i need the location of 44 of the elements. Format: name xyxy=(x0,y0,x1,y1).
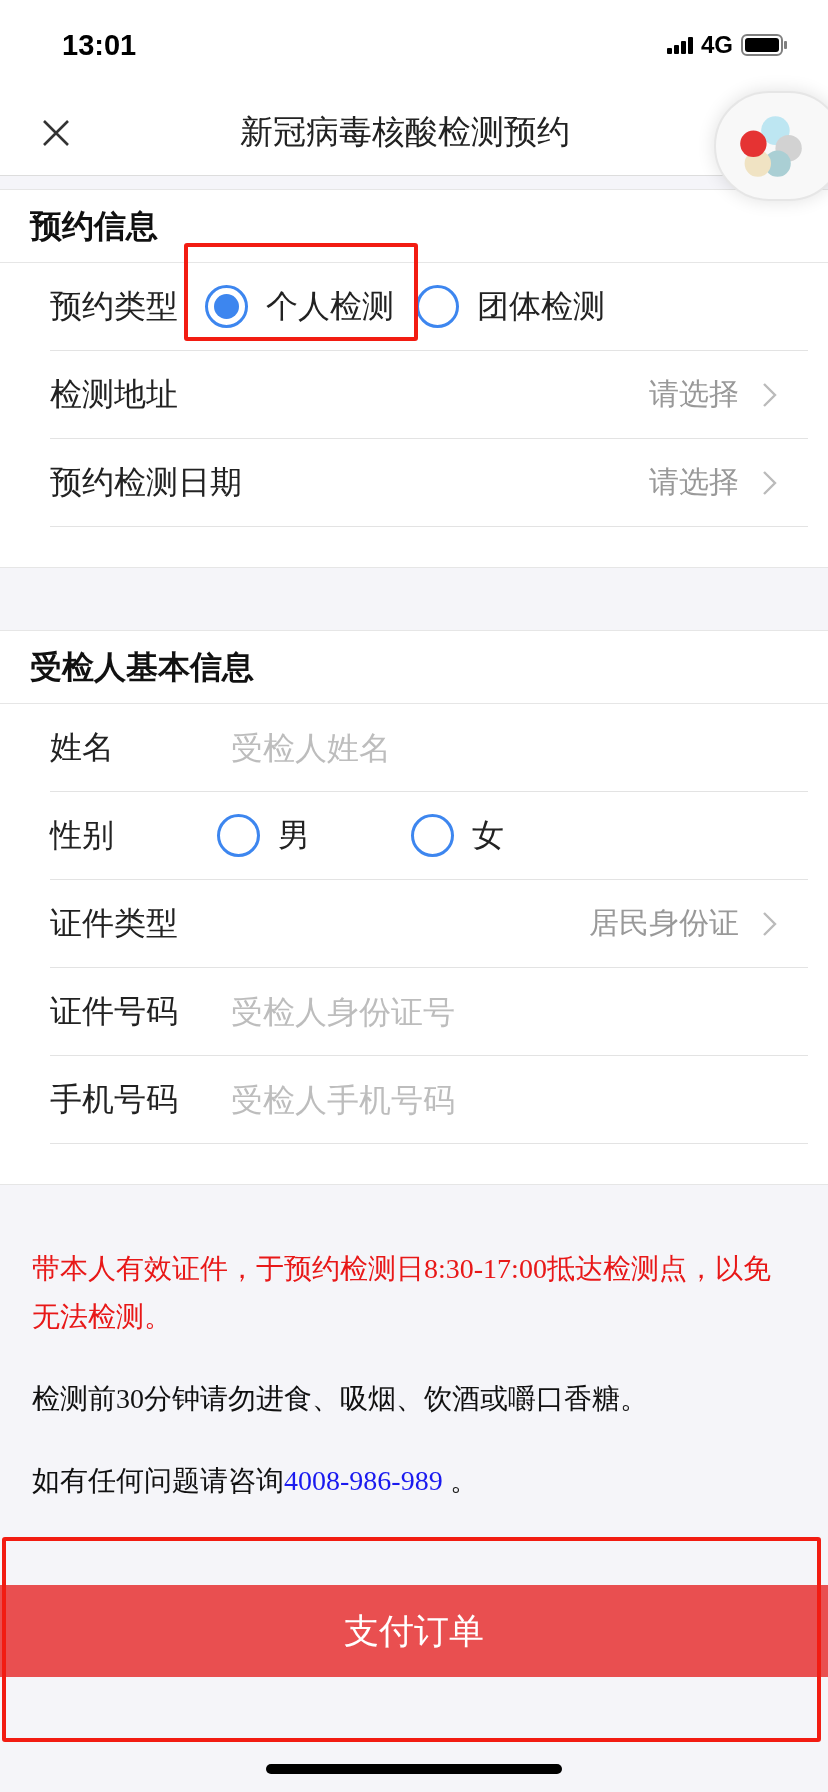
note-text: 如有任何问题请咨询 xyxy=(32,1465,284,1496)
radio-option[interactable]: 男 xyxy=(217,813,411,858)
input-field[interactable]: 受检人姓名 xyxy=(231,725,808,770)
option-label: 团体检测 xyxy=(477,285,605,327)
radio-option[interactable]: 女 xyxy=(411,813,605,858)
punctuation: 。 xyxy=(448,1465,478,1496)
select-value: 请选择 xyxy=(649,375,739,413)
option-label: 个人检测 xyxy=(266,285,394,327)
field-label: 手机号码 xyxy=(50,1078,179,1120)
radio-button[interactable] xyxy=(217,814,260,857)
radio-button[interactable] xyxy=(411,814,454,857)
input-field[interactable]: 受检人身份证号 xyxy=(231,989,808,1034)
radio-option[interactable]: 团体检测 xyxy=(416,284,605,329)
section-title: 预约信息 xyxy=(0,190,828,263)
page-title: 新冠病毒核酸检测预约 xyxy=(240,111,570,153)
network-label: 4G xyxy=(701,31,733,59)
field-label: 预约检测日期 xyxy=(50,461,242,503)
field-label: 姓名 xyxy=(50,726,115,768)
chevron-icon xyxy=(761,469,778,496)
chevron-icon xyxy=(761,381,778,408)
field-label: 检测地址 xyxy=(50,373,179,415)
note-text: 检测前30分钟请勿进食、吸烟、饮酒或嚼口香糖。 xyxy=(32,1382,649,1416)
signal-icon xyxy=(667,36,693,54)
field-label: 证件号码 xyxy=(50,990,179,1032)
status-time: 13:01 xyxy=(62,28,137,62)
chevron-icon xyxy=(761,910,778,937)
close-icon[interactable] xyxy=(42,118,70,147)
field-label: 预约类型 xyxy=(50,285,179,327)
radio-option[interactable]: 个人检测 xyxy=(205,284,394,329)
battery-icon xyxy=(741,34,788,56)
phone-link[interactable]: 4008-986-989 xyxy=(284,1465,443,1496)
warning-note: 带本人有效证件，于预约检测日8:30-17:00抵达检测点，以免无法检测。 xyxy=(32,1252,772,1334)
field-label: 证件类型 xyxy=(50,902,179,944)
option-label: 男 xyxy=(278,814,310,856)
pay-button[interactable]: 支付订单 xyxy=(0,1585,828,1677)
flower-logo-icon xyxy=(738,113,804,179)
select-value: 请选择 xyxy=(649,463,739,501)
radio-button[interactable] xyxy=(205,285,248,328)
field-label: 性别 xyxy=(50,814,115,856)
section-title: 受检人基本信息 xyxy=(0,631,828,704)
select-value: 居民身份证 xyxy=(589,904,739,942)
input-field[interactable]: 受检人手机号码 xyxy=(231,1077,808,1122)
option-label: 女 xyxy=(472,814,504,856)
radio-button[interactable] xyxy=(416,285,459,328)
